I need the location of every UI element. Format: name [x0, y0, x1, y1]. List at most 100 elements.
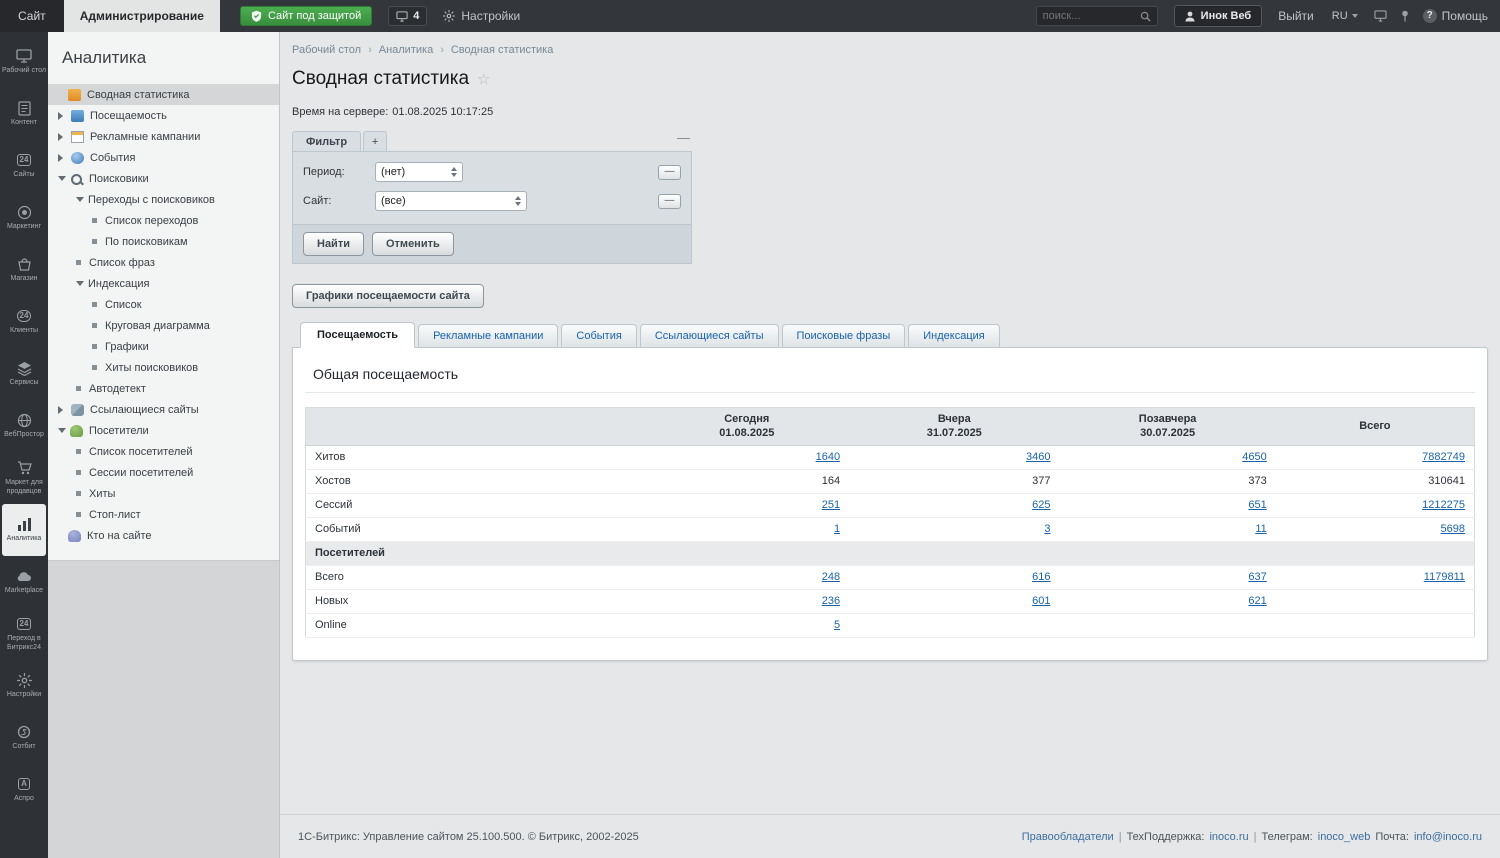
stat-link[interactable]: 1212275 — [1422, 499, 1465, 511]
question-icon: ? — [1423, 9, 1437, 23]
stat-link[interactable]: 7882749 — [1422, 451, 1465, 463]
users-icon — [70, 425, 83, 437]
footer-link-telegram[interactable]: inoco_web — [1318, 831, 1371, 843]
stat-link[interactable]: 251 — [822, 499, 840, 511]
rail-item-sites[interactable]: 24 Сайты — [0, 140, 48, 192]
sidebar-item-autodetect[interactable]: Автодетект — [48, 378, 279, 399]
sidebar-item-hits[interactable]: Хиты — [48, 483, 279, 504]
sidebar-item-events[interactable]: События — [48, 147, 279, 168]
find-button[interactable]: Найти — [303, 232, 364, 256]
rail-item-marketing[interactable]: Маркетинг — [0, 192, 48, 244]
sidebar-item-se-transitions[interactable]: Переходы с поисковиков — [48, 189, 279, 210]
sidebar-item-graphs[interactable]: Графики — [48, 336, 279, 357]
tab-referring-sites[interactable]: Ссылающиеся сайты — [640, 324, 779, 347]
tab-admin[interactable]: Администрирование — [64, 0, 220, 32]
notifications-button[interactable]: 4 — [388, 6, 427, 26]
sidebar-item-referring-sites[interactable]: Ссылающиеся сайты — [48, 399, 279, 420]
desktop-mode-icon[interactable] — [1374, 10, 1387, 22]
stat-link[interactable]: 248 — [822, 571, 840, 583]
rail-item-settings[interactable]: Настройки — [0, 660, 48, 712]
rail-item-clients[interactable]: 24 Клиенты — [0, 296, 48, 348]
cancel-button[interactable]: Отменить — [372, 232, 454, 256]
stat-link[interactable]: 4650 — [1242, 451, 1266, 463]
search-icon[interactable] — [1140, 11, 1151, 22]
sidebar-item-visitors[interactable]: Посетители — [48, 420, 279, 441]
remove-period-filter-button[interactable]: — — [658, 165, 681, 180]
tab-search-phrases[interactable]: Поисковые фразы — [782, 324, 906, 347]
footer-link-support[interactable]: inoco.ru — [1209, 831, 1248, 843]
language-selector[interactable]: RU — [1332, 10, 1358, 22]
stat-link[interactable]: 3 — [1044, 523, 1050, 535]
stat-link[interactable]: 637 — [1248, 571, 1266, 583]
stat-link[interactable]: 616 — [1032, 571, 1050, 583]
footer-link-email[interactable]: info@inoco.ru — [1414, 831, 1482, 843]
remove-site-filter-button[interactable]: — — [658, 194, 681, 209]
breadcrumb-link-desktop[interactable]: Рабочий стол — [292, 44, 361, 56]
stat-link[interactable]: 236 — [822, 595, 840, 607]
rail-item-aspro[interactable]: A Аспро — [0, 764, 48, 816]
rail-item-content[interactable]: Контент — [0, 88, 48, 140]
sidebar-item-who-is-online[interactable]: Кто на сайте — [48, 525, 279, 546]
breadcrumb-current[interactable]: Сводная статистика — [451, 44, 554, 56]
rail-item-desktop[interactable]: Рабочий стол — [0, 36, 48, 88]
search-input[interactable] — [1043, 10, 1140, 22]
sidebar-item-search-engines[interactable]: Поисковики — [48, 168, 279, 189]
stat-link[interactable]: 5 — [834, 619, 840, 631]
stat-link[interactable]: 1179811 — [1424, 571, 1465, 583]
stats-icon — [68, 89, 81, 101]
stat-link[interactable]: 1 — [834, 523, 840, 535]
stat-link[interactable]: 625 — [1032, 499, 1050, 511]
stat-link[interactable]: 5698 — [1441, 523, 1465, 535]
stat-link[interactable]: 601 — [1032, 595, 1050, 607]
bullet-icon — [76, 512, 81, 517]
sidebar-item-by-search-engine[interactable]: По поисковикам — [48, 231, 279, 252]
tab-indexing[interactable]: Индексация — [908, 324, 999, 347]
stat-link[interactable]: 1640 — [816, 451, 840, 463]
breadcrumb-link-analytics[interactable]: Аналитика — [379, 44, 433, 56]
site-protected-button[interactable]: Сайт под защитой — [240, 6, 372, 26]
site-select[interactable]: (все) — [375, 191, 527, 211]
sidebar-item-visitor-sessions[interactable]: Сессии посетителей — [48, 462, 279, 483]
filter-collapse-button[interactable]: — — [677, 130, 690, 145]
sidebar-item-pie-chart[interactable]: Круговая диаграмма — [48, 315, 279, 336]
stat-link[interactable]: 11 — [1255, 523, 1266, 535]
rail-item-sotbit[interactable]: Сотбит — [0, 712, 48, 764]
user-button[interactable]: Инок Веб — [1174, 5, 1263, 27]
site-attendance-graphs-button[interactable]: Графики посещаемости сайта — [292, 284, 484, 308]
rail-item-bitrix24[interactable]: 24 Переход в Битрикс24 — [0, 608, 48, 660]
settings-button[interactable]: Настройки — [443, 9, 520, 23]
footer-link-rightholders[interactable]: Правообладатели — [1022, 831, 1114, 843]
period-select[interactable]: (нет) — [375, 162, 463, 182]
rail-item-marketplace[interactable]: Marketplace — [0, 556, 48, 608]
filter-tab[interactable]: Фильтр — [292, 131, 361, 151]
tab-attendance[interactable]: Посещаемость — [300, 322, 415, 348]
sidebar-item-se-hits[interactable]: Хиты поисковиков — [48, 357, 279, 378]
sidebar-item-transitions-list[interactable]: Список переходов — [48, 210, 279, 231]
sidebar-item-visitors-list[interactable]: Список посетителей — [48, 441, 279, 462]
rail-item-services[interactable]: Сервисы — [0, 348, 48, 400]
sidebar-item-phrases-list[interactable]: Список фраз — [48, 252, 279, 273]
rail-item-analytics[interactable]: Аналитика — [2, 504, 46, 556]
pin-icon[interactable] — [1400, 10, 1410, 22]
sidebar-item-indexing[interactable]: Индексация — [48, 273, 279, 294]
favorite-star-icon[interactable]: ☆ — [477, 70, 490, 88]
logout-link[interactable]: Выйти — [1278, 9, 1314, 23]
stat-link[interactable]: 3460 — [1026, 451, 1050, 463]
sidebar-item-index-list[interactable]: Список — [48, 294, 279, 315]
row-label: Хитов — [306, 445, 645, 469]
stat-link[interactable]: 651 — [1248, 499, 1266, 511]
help-button[interactable]: ? Помощь — [1423, 9, 1488, 23]
tab-ad-campaigns[interactable]: Рекламные кампании — [418, 324, 558, 347]
breadcrumb-separator: › — [368, 44, 372, 56]
rail-item-shop[interactable]: Магазин — [0, 244, 48, 296]
sidebar-item-attendance[interactable]: Посещаемость — [48, 105, 279, 126]
stat-link[interactable]: 621 — [1248, 595, 1266, 607]
rail-item-sellers-market[interactable]: Маркет для продавцов — [0, 452, 48, 504]
rail-item-webprostor[interactable]: ВебПростор — [0, 400, 48, 452]
sidebar-item-stop-list[interactable]: Стоп-лист — [48, 504, 279, 525]
sidebar-item-ad-campaigns[interactable]: Рекламные кампании — [48, 126, 279, 147]
add-filter-tab-button[interactable]: + — [363, 131, 387, 151]
tab-events[interactable]: События — [561, 324, 636, 347]
tab-site[interactable]: Сайт — [0, 0, 64, 32]
sidebar-item-summary-stats[interactable]: Сводная статистика — [48, 84, 279, 105]
